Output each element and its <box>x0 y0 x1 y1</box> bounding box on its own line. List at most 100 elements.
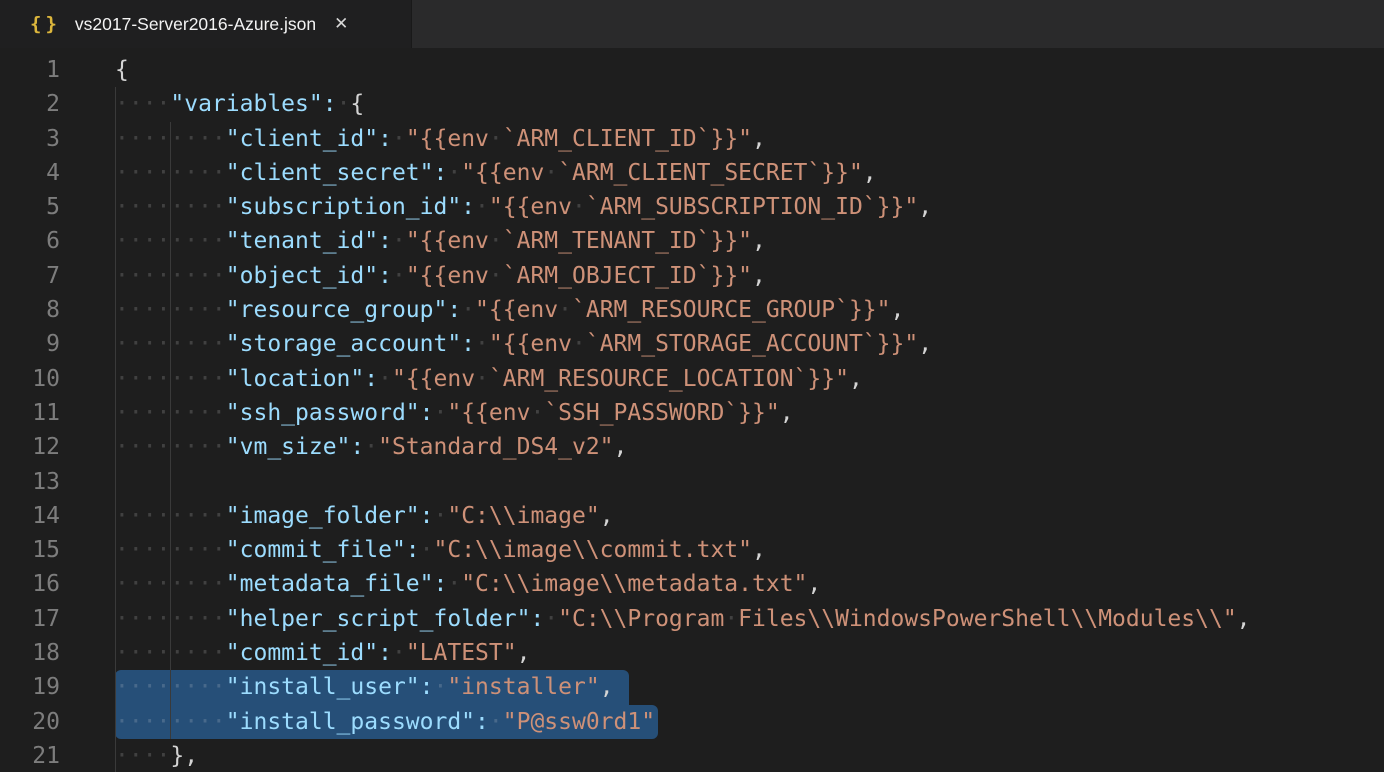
whitespace-dots: · <box>544 160 558 186</box>
indent-guide <box>115 465 116 499</box>
code-line[interactable]: 2····"variables":·{ <box>0 87 1384 121</box>
code-token: "{{env <box>392 366 475 392</box>
code-line[interactable]: 12········"vm_size":·"Standard_DS4_v2", <box>0 430 1384 464</box>
whitespace-dots: · <box>489 709 503 735</box>
code-lines: 1{2····"variables":·{3········"client_id… <box>0 53 1384 772</box>
line-number: 4 <box>0 156 60 190</box>
whitespace-dots: ········ <box>115 606 226 632</box>
whitespace-dots: ········ <box>115 194 226 220</box>
code-token: , <box>517 640 531 666</box>
code-line-content: ········"vm_size":·"Standard_DS4_v2", <box>115 430 1384 464</box>
line-number: 15 <box>0 533 60 567</box>
code-token: , <box>918 331 932 357</box>
line-number: 5 <box>0 190 60 224</box>
code-line[interactable]: 19 ········"install_user":·"installer", <box>0 670 1384 704</box>
code-line-content: ········"location":·"{{env·`ARM_RESOURCE… <box>115 362 1384 396</box>
whitespace-dots: · <box>420 537 434 563</box>
whitespace-dots: · <box>378 366 392 392</box>
code-text: ········"tenant_id":·"{{env·`ARM_TENANT_… <box>115 228 766 254</box>
code-token: `ARM_STORAGE_ACCOUNT`}}" <box>586 331 918 357</box>
whitespace-dots: · <box>392 640 406 666</box>
code-line-content: ········"storage_account":·"{{env·`ARM_S… <box>115 327 1384 361</box>
code-token: "object_id": <box>226 263 392 289</box>
code-token: "install_password": <box>226 709 489 735</box>
whitespace-dots: · <box>544 606 558 632</box>
whitespace-dots: · <box>475 194 489 220</box>
code-line[interactable]: 3········"client_id":·"{{env·`ARM_CLIENT… <box>0 122 1384 156</box>
code-line[interactable]: 11········"ssh_password":·"{{env·`SSH_PA… <box>0 396 1384 430</box>
code-token: "installer" <box>447 674 599 700</box>
code-line[interactable]: 4 ········"client_secret":·"{{env·`ARM_CL… <box>0 156 1384 190</box>
code-token: "helper_script_folder": <box>226 606 545 632</box>
code-line[interactable]: 18········"commit_id":·"LATEST", <box>0 636 1384 670</box>
code-line-content: ········"resource_group":·"{{env·`ARM_RE… <box>115 293 1384 327</box>
whitespace-dots: · <box>434 503 448 529</box>
code-token: "metadata_file": <box>226 571 448 597</box>
whitespace-dots: ········ <box>115 160 226 186</box>
whitespace-dots: · <box>392 263 406 289</box>
code-line[interactable]: 15 ········"commit_file":·"C:\\image\\com… <box>0 533 1384 567</box>
code-token: }, <box>170 743 198 769</box>
code-line-content: ········"tenant_id":·"{{env·`ARM_TENANT_… <box>115 224 1384 258</box>
code-token: "subscription_id": <box>226 194 475 220</box>
code-token: `SSH_PASSWORD`}}" <box>544 400 779 426</box>
code-text: ········"client_id":·"{{env·`ARM_CLIENT_… <box>115 126 766 152</box>
code-token: "ssh_password": <box>226 400 434 426</box>
code-token: "C:\\image\\commit.txt" <box>434 537 753 563</box>
whitespace-dots: · <box>489 228 503 254</box>
whitespace-dots: · <box>572 194 586 220</box>
indent-guide <box>170 465 171 499</box>
code-text: ········"commit_file":·"C:\\image\\commi… <box>115 537 766 563</box>
code-line[interactable]: 10········"location":·"{{env·`ARM_RESOUR… <box>0 362 1384 396</box>
code-line[interactable]: 9········"storage_account":·"{{env·`ARM_… <box>0 327 1384 361</box>
line-number: 16 <box>0 567 60 601</box>
code-token: Files\\WindowsPowerShell\\Modules\\" <box>738 606 1237 632</box>
line-number: 6 <box>0 224 60 258</box>
whitespace-dots: ········ <box>115 537 226 563</box>
code-text: ········"subscription_id":·"{{env·`ARM_S… <box>115 194 932 220</box>
line-number: 21 <box>0 739 60 772</box>
code-line[interactable]: 8········"resource_group":·"{{env·`ARM_R… <box>0 293 1384 327</box>
code-token: "vm_size": <box>226 434 364 460</box>
code-text: ········"client_secret":·"{{env·`ARM_CLI… <box>115 160 877 186</box>
code-token: "install_user": <box>226 674 434 700</box>
code-line[interactable]: 20········"install_password":·"P@ssw0rd1… <box>0 705 1384 739</box>
code-token: `ARM_OBJECT_ID`}}" <box>503 263 752 289</box>
code-token: "{{env <box>406 228 489 254</box>
code-line[interactable]: 5········"subscription_id":·"{{env·`ARM_… <box>0 190 1384 224</box>
code-line[interactable]: 6 ········"tenant_id":·"{{env·`ARM_TENANT… <box>0 224 1384 258</box>
whitespace-dots: ········ <box>115 503 226 529</box>
code-line[interactable]: 21····}, <box>0 739 1384 772</box>
code-token: , <box>614 434 628 460</box>
code-text: ········"ssh_password":·"{{env·`SSH_PASS… <box>115 400 794 426</box>
code-line[interactable]: 13 <box>0 465 1384 499</box>
code-token: `ARM_RESOURCE_GROUP`}}" <box>572 297 891 323</box>
code-line[interactable]: 16········"metadata_file":·"C:\\image\\m… <box>0 567 1384 601</box>
whitespace-dots: · <box>489 126 503 152</box>
whitespace-dots: ········ <box>115 571 226 597</box>
editor-tab[interactable]: {} vs2017-Server2016-Azure.json ✕ <box>0 0 412 48</box>
whitespace-dots: · <box>364 434 378 460</box>
code-token: "variables": <box>170 91 336 117</box>
code-token: "{{env <box>406 263 489 289</box>
line-number: 19 <box>0 670 60 704</box>
code-text: ········"install_user":·"installer", <box>115 674 614 700</box>
code-token: `ARM_CLIENT_SECRET`}}" <box>558 160 863 186</box>
code-line[interactable]: 7········"object_id":·"{{env·`ARM_OBJECT… <box>0 259 1384 293</box>
code-line[interactable]: 17········"helper_script_folder":·"C:\\P… <box>0 602 1384 636</box>
code-editor[interactable]: 1{2····"variables":·{3········"client_id… <box>0 48 1384 772</box>
code-line[interactable]: 14········"image_folder":·"C:\\image", <box>0 499 1384 533</box>
whitespace-dots: ········ <box>115 709 226 735</box>
line-number: 17 <box>0 602 60 636</box>
code-token: `ARM_CLIENT_ID`}}" <box>503 126 752 152</box>
tab-title: vs2017-Server2016-Azure.json <box>75 14 316 35</box>
whitespace-dots: · <box>461 297 475 323</box>
code-line[interactable]: 1{ <box>0 53 1384 87</box>
code-token: "LATEST" <box>406 640 517 666</box>
code-text: ········"location":·"{{env·`ARM_RESOURCE… <box>115 366 863 392</box>
whitespace-dots: ········ <box>115 331 226 357</box>
whitespace-dots: · <box>475 366 489 392</box>
code-token: "C:\\image" <box>447 503 599 529</box>
code-token: , <box>780 400 794 426</box>
tab-close-button[interactable]: ✕ <box>334 14 348 34</box>
